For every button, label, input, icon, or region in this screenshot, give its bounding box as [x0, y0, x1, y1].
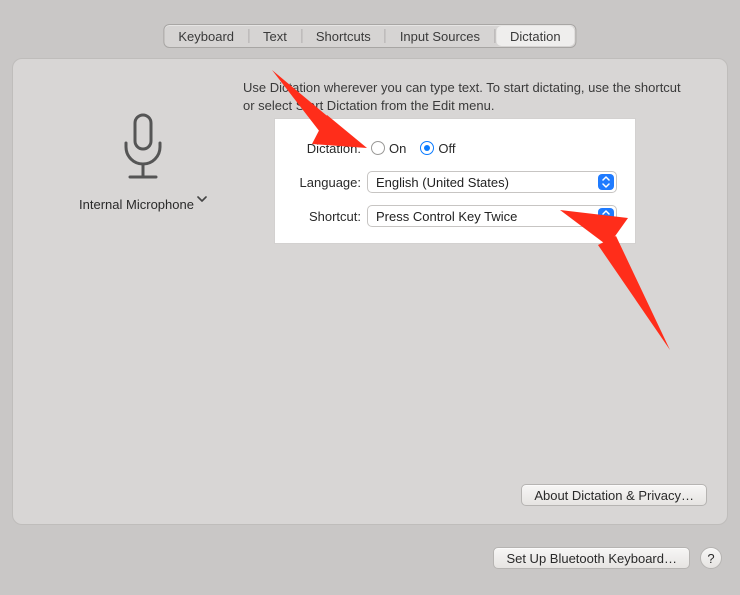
row-shortcut: Shortcut: Press Control Key Twice [275, 199, 635, 233]
updown-caret-icon [598, 174, 614, 190]
radio-on-input[interactable] [371, 141, 385, 155]
microphone-column: Internal Microphone [53, 113, 233, 213]
tab-keyboard[interactable]: Keyboard [164, 25, 248, 47]
language-value: English (United States) [376, 175, 509, 190]
radio-off-label: Off [438, 141, 455, 156]
language-label: Language: [275, 175, 367, 190]
description-text: Use Dictation wherever you can type text… [243, 79, 687, 115]
row-dictation: Dictation: On Off [275, 131, 635, 165]
tab-input-sources[interactable]: Input Sources [386, 25, 494, 47]
tab-divider [494, 29, 495, 43]
shortcut-select[interactable]: Press Control Key Twice [367, 205, 617, 227]
tabbar: Keyboard Text Shortcuts Input Sources Di… [163, 24, 576, 48]
radio-off[interactable]: Off [420, 141, 455, 156]
setup-bluetooth-button[interactable]: Set Up Bluetooth Keyboard… [493, 547, 690, 569]
help-button[interactable]: ? [700, 547, 722, 569]
dictation-radios: On Off [371, 141, 455, 156]
radio-on-label: On [389, 141, 406, 156]
dictation-label: Dictation: [275, 141, 367, 156]
about-dictation-container: About Dictation & Privacy… [521, 484, 707, 506]
shortcut-value: Press Control Key Twice [376, 209, 517, 224]
about-dictation-button[interactable]: About Dictation & Privacy… [521, 484, 707, 506]
chevron-down-icon [197, 195, 207, 213]
shortcut-label: Shortcut: [275, 209, 367, 224]
tab-shortcuts[interactable]: Shortcuts [302, 25, 385, 47]
updown-caret-icon [598, 208, 614, 224]
bottom-row: Set Up Bluetooth Keyboard… ? [493, 547, 722, 569]
language-select[interactable]: English (United States) [367, 171, 617, 193]
microphone-selector[interactable]: Internal Microphone [79, 195, 207, 213]
dictation-form: Dictation: On Off Language: English (Uni… [275, 131, 635, 233]
preferences-panel: Use Dictation wherever you can type text… [12, 58, 728, 525]
radio-on[interactable]: On [371, 141, 406, 156]
tab-dictation[interactable]: Dictation [496, 26, 575, 46]
radio-off-input[interactable] [420, 141, 434, 155]
row-language: Language: English (United States) [275, 165, 635, 199]
microphone-icon [53, 113, 233, 185]
microphone-label: Internal Microphone [79, 197, 194, 212]
tab-text[interactable]: Text [249, 25, 301, 47]
